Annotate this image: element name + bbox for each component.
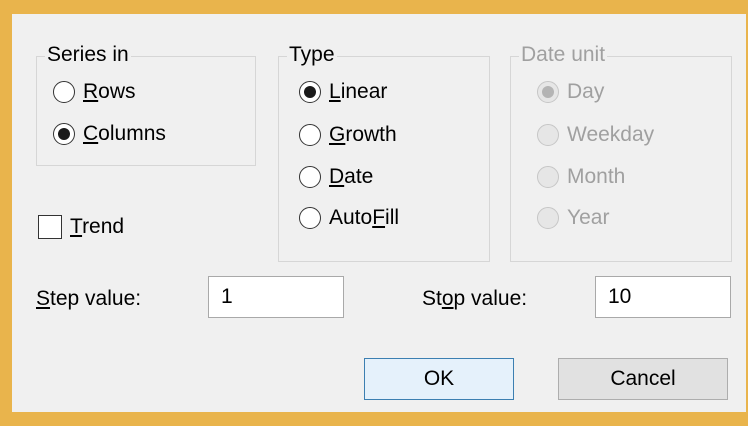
stop-value-label: Stop value: [422,287,528,310]
autofill-radio-button[interactable] [299,207,321,229]
month-radio-button [537,166,559,188]
year-radio-button [537,207,559,229]
rows-radio-button[interactable] [53,81,75,103]
day-radio: Day [537,77,604,107]
rows-label: Rows [83,80,136,103]
autofill-label: AutoFill [329,206,400,229]
trend-checkbox-box[interactable] [38,215,62,239]
series-in-group: Series in Rows Columns [36,43,256,166]
trend-label: Trend [70,215,125,238]
autofill-radio[interactable]: AutoFill [299,203,399,233]
year-label: Year [567,206,610,229]
day-label: Day [567,80,605,103]
date-radio-button[interactable] [299,166,321,188]
growth-radio-button[interactable] [299,124,321,146]
date-unit-group: Date unit Day Weekday Month Year [510,43,732,262]
growth-label: Growth [329,123,397,146]
day-radio-button [537,81,559,103]
month-label: Month [567,165,626,188]
ok-button[interactable]: OK [364,358,514,400]
type-title: Type [287,43,337,67]
columns-radio-button[interactable] [53,123,75,145]
weekday-radio: Weekday [537,120,654,150]
series-in-title: Series in [45,43,131,67]
linear-radio[interactable]: Linear [299,77,387,107]
month-radio: Month [537,162,625,192]
trend-checkbox[interactable]: Trend [38,212,124,242]
date-unit-title: Date unit [519,43,608,67]
growth-radio[interactable]: Growth [299,120,397,150]
step-value-label: Step value: [36,287,142,310]
series-dialog: Series in Rows Columns Type Linear Growt… [12,14,746,412]
cancel-button[interactable]: Cancel [558,358,728,400]
linear-label: Linear [329,80,388,103]
weekday-label: Weekday [567,123,655,146]
step-value-input[interactable] [208,276,344,318]
date-label: Date [329,165,374,188]
weekday-radio-button [537,124,559,146]
columns-label: Columns [83,122,166,145]
columns-radio[interactable]: Columns [53,119,166,149]
rows-radio[interactable]: Rows [53,77,136,107]
date-radio[interactable]: Date [299,162,373,192]
linear-radio-button[interactable] [299,81,321,103]
type-group: Type Linear Growth Date AutoFill [278,43,490,262]
year-radio: Year [537,203,609,233]
stop-value-input[interactable] [595,276,731,318]
